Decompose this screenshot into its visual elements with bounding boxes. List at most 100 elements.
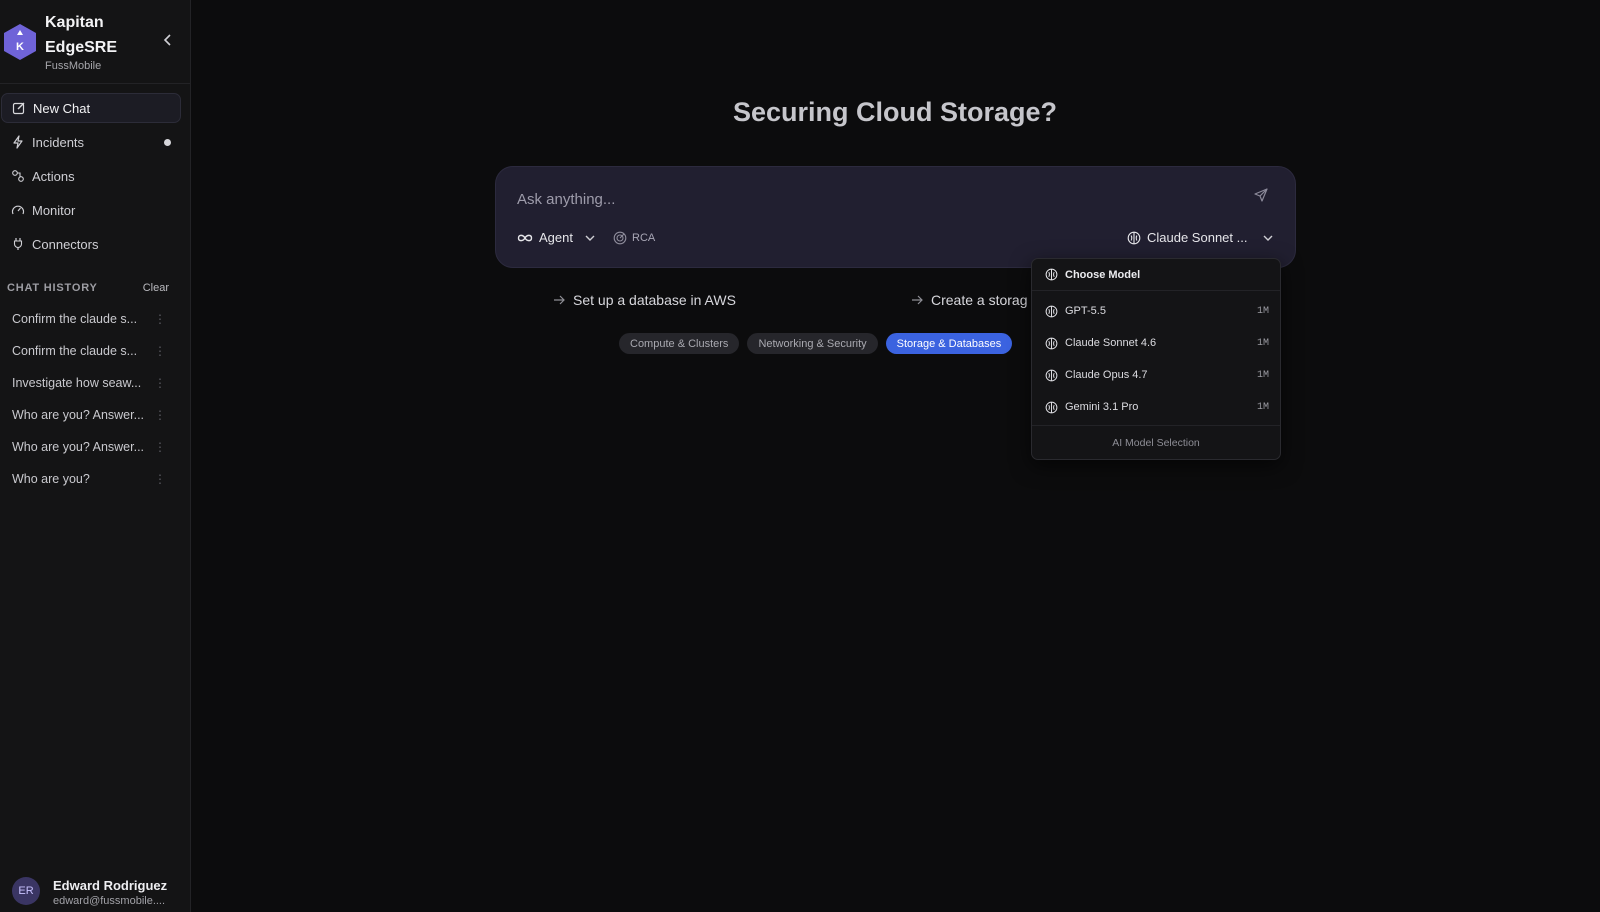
model-context: 1M: [1256, 369, 1269, 381]
send-button[interactable]: [1253, 187, 1269, 203]
user-email: edward@fussmobile....: [53, 895, 166, 907]
nav-label: Connectors: [32, 236, 99, 252]
model-option-gemini[interactable]: Gemini 3.1 Pro 1M: [1032, 391, 1280, 423]
agent-mode-label: Agent: [539, 230, 573, 245]
radar-icon: [613, 231, 627, 245]
sidebar-nav: New Chat Incidents Actions Monitor Conne…: [0, 93, 190, 263]
chat-history-list: Confirm the claude s... ⋮ Confirm the cl…: [0, 303, 190, 495]
model-option-claude-sonnet[interactable]: Claude Sonnet 4.6 1M: [1032, 327, 1280, 359]
brain-icon: [1045, 369, 1058, 382]
suggestion-label: Create a storag: [931, 292, 1028, 308]
chat-history-title: CHAT HISTORY: [7, 282, 98, 294]
workflow-icon: [11, 169, 25, 183]
nav-actions[interactable]: Actions: [1, 161, 181, 191]
brain-icon: [1045, 305, 1058, 318]
suggestion-label: Set up a database in AWS: [573, 292, 736, 308]
brain-icon: [1127, 231, 1141, 245]
collapse-sidebar-button[interactable]: [160, 30, 176, 50]
category-chips: Compute & Clusters Networking & Security…: [619, 333, 1013, 354]
avatar: ER: [12, 877, 40, 905]
suggestion-item[interactable]: Set up a database in AWS: [553, 292, 736, 308]
history-item[interactable]: Confirm the claude s... ⋮: [0, 335, 190, 367]
clear-history-button[interactable]: Clear: [143, 282, 169, 294]
model-context: 1M: [1256, 401, 1269, 413]
history-item-label: Who are you? Answer...: [12, 408, 145, 422]
edit-icon: [12, 101, 26, 115]
user-profile[interactable]: ER Edward Rodriguez edward@fussmobile...…: [12, 872, 182, 908]
brand-header: K Kapitan EdgeSRE FussMobile: [0, 0, 190, 84]
nav-label: New Chat: [33, 100, 91, 116]
sidebar: K Kapitan EdgeSRE FussMobile New Chat In…: [0, 0, 191, 912]
nav-label: Actions: [32, 168, 75, 184]
chat-history-header: CHAT HISTORY Clear: [7, 282, 169, 294]
page-title: Securing Cloud Storage?: [732, 97, 1058, 127]
more-vertical-icon[interactable]: ⋮: [154, 344, 166, 358]
gauge-icon: [11, 203, 25, 217]
model-name: GPT-5.5: [1065, 305, 1106, 317]
model-name: Claude Opus 4.7: [1065, 369, 1148, 381]
chat-input[interactable]: [517, 191, 1217, 208]
incidents-badge-dot: [164, 139, 171, 146]
history-item-label: Confirm the claude s...: [12, 312, 138, 326]
more-vertical-icon[interactable]: ⋮: [154, 472, 166, 486]
history-item[interactable]: Who are you? Answer... ⋮: [0, 399, 190, 431]
model-dropdown-footer: AI Model Selection: [1032, 425, 1280, 459]
model-select[interactable]: Claude Sonnet ...: [1127, 230, 1273, 245]
user-name: Edward Rodriguez: [53, 878, 168, 893]
chat-composer: Agent RCA Claude Sonnet ...: [495, 166, 1296, 268]
plug-icon: [11, 237, 25, 251]
model-name: Claude Sonnet 4.6: [1065, 337, 1157, 349]
history-item[interactable]: Investigate how seaw... ⋮: [0, 367, 190, 399]
nav-incidents[interactable]: Incidents: [1, 127, 181, 157]
more-vertical-icon[interactable]: ⋮: [154, 408, 166, 422]
history-item[interactable]: Who are you? Answer... ⋮: [0, 431, 190, 463]
model-name: Gemini 3.1 Pro: [1065, 401, 1139, 413]
rca-label: RCA: [632, 232, 656, 244]
infinity-icon: [517, 233, 533, 243]
rca-toggle[interactable]: RCA: [613, 231, 655, 245]
model-select-label: Claude Sonnet ...: [1147, 230, 1248, 245]
chevron-down-icon: [585, 235, 595, 241]
nav-label: Incidents: [32, 134, 85, 150]
model-dropdown-title: Choose Model: [1065, 268, 1141, 281]
history-item[interactable]: Who are you? ⋮: [0, 463, 190, 495]
agent-mode-select[interactable]: Agent: [517, 230, 595, 245]
history-item-label: Who are you?: [12, 472, 90, 486]
arrow-right-icon: [553, 295, 565, 305]
brand-logo: K: [2, 23, 38, 61]
nav-new-chat[interactable]: New Chat: [1, 93, 181, 123]
chip-storage-databases[interactable]: Storage & Databases: [885, 333, 1013, 354]
chip-compute-clusters[interactable]: Compute & Clusters: [619, 333, 740, 354]
model-list: GPT-5.5 1M Claude Sonnet 4.6 1M Claude O…: [1032, 291, 1280, 423]
model-option-gpt[interactable]: GPT-5.5 1M: [1032, 295, 1280, 327]
more-vertical-icon[interactable]: ⋮: [154, 440, 166, 454]
brand-name: Kapitan EdgeSRE: [45, 14, 118, 56]
chevron-down-icon: [1263, 235, 1273, 241]
suggestion-item[interactable]: Create a storag: [911, 292, 1028, 308]
brain-icon: [1045, 337, 1058, 350]
history-item-label: Confirm the claude s...: [12, 344, 138, 358]
model-context: 1M: [1256, 305, 1269, 317]
nav-connectors[interactable]: Connectors: [1, 229, 181, 259]
model-dropdown: Choose Model GPT-5.5 1M Claude Sonnet 4.…: [1031, 258, 1281, 460]
send-icon: [1253, 187, 1269, 203]
more-vertical-icon[interactable]: ⋮: [154, 376, 166, 390]
chevron-left-icon: [163, 34, 173, 46]
org-name: FussMobile: [45, 60, 102, 72]
bolt-icon: [11, 135, 25, 149]
nav-monitor[interactable]: Monitor: [1, 195, 181, 225]
nav-label: Monitor: [32, 202, 76, 218]
svg-text:K: K: [16, 41, 24, 53]
model-dropdown-header: Choose Model: [1032, 259, 1280, 291]
model-option-claude-opus[interactable]: Claude Opus 4.7 1M: [1032, 359, 1280, 391]
brain-icon: [1045, 268, 1058, 281]
model-context: 1M: [1256, 337, 1269, 349]
chip-networking-security[interactable]: Networking & Security: [747, 333, 878, 354]
history-item[interactable]: Confirm the claude s... ⋮: [0, 303, 190, 335]
app-root: K Kapitan EdgeSRE FussMobile New Chat In…: [0, 0, 1600, 912]
more-vertical-icon[interactable]: ⋮: [154, 312, 166, 326]
brain-icon: [1045, 401, 1058, 414]
history-item-label: Who are you? Answer...: [12, 440, 145, 454]
arrow-right-icon: [911, 295, 923, 305]
history-item-label: Investigate how seaw...: [12, 376, 142, 390]
